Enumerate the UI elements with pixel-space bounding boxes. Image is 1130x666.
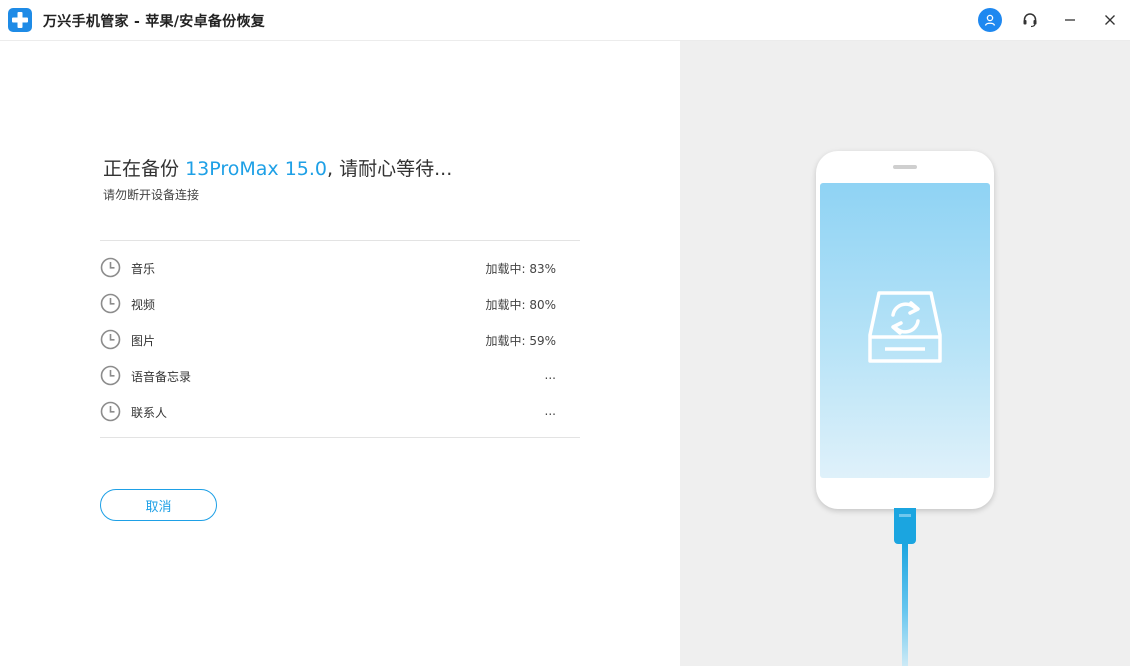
phone-illustration (816, 151, 994, 509)
backup-item-status: 加载中: 83% (485, 262, 556, 276)
backup-item-label: 联系人 (131, 406, 168, 420)
clock-icon (100, 257, 121, 278)
phone-speaker (893, 165, 917, 169)
list-divider-top (100, 240, 580, 241)
backup-item-status: 加载中: 80% (485, 298, 556, 312)
backup-subheading: 请勿断开设备连接 (103, 188, 200, 202)
backup-progress-panel: 正在备份 13ProMax 15.0, 请耐心等待... 请勿断开设备连接 音乐… (0, 41, 680, 666)
close-icon (1105, 15, 1115, 25)
clock-icon (100, 293, 121, 314)
cancel-button[interactable]: 取消 (100, 489, 217, 521)
clock-icon (100, 365, 121, 386)
user-account-button[interactable] (978, 8, 1002, 32)
device-name: 13ProMax (185, 158, 279, 180)
heading-suffix: , 请耐心等待... (327, 158, 453, 180)
backup-item-contacts: 联系人 ... (100, 399, 560, 425)
device-illustration-panel (680, 41, 1130, 666)
backup-item-label: 语音备忘录 (131, 370, 192, 384)
backup-item-music: 音乐 加载中: 83% (100, 255, 560, 281)
heading-prefix: 正在备份 (103, 158, 180, 180)
close-button[interactable] (1098, 8, 1122, 32)
user-icon (984, 14, 996, 26)
clock-icon (100, 401, 121, 422)
headset-icon (1023, 13, 1037, 28)
backup-item-video: 视频 加载中: 80% (100, 291, 560, 317)
backup-item-label: 视频 (131, 298, 156, 312)
backup-item-status: ... (544, 404, 556, 418)
title-bar: 万兴手机管家 - 苹果/安卓备份恢复 (0, 0, 1130, 41)
backup-item-photos: 图片 加载中: 59% (100, 327, 560, 353)
list-divider-bottom (100, 437, 580, 438)
backup-item-label: 音乐 (131, 262, 156, 276)
backup-item-status: ... (544, 368, 556, 382)
device-version: 15.0 (284, 158, 328, 180)
app-title: 万兴手机管家 - 苹果/安卓备份恢复 (43, 14, 266, 30)
app-logo-icon (8, 8, 32, 32)
minimize-button[interactable] (1058, 8, 1082, 32)
usb-cable (902, 543, 908, 666)
sync-drive-icon (868, 291, 942, 363)
minimize-icon (1065, 19, 1075, 21)
backup-item-voice-memos: 语音备忘录 ... (100, 363, 560, 389)
backup-item-status: 加载中: 59% (485, 334, 556, 348)
backup-item-label: 图片 (131, 334, 156, 348)
clock-icon (100, 329, 121, 350)
support-button[interactable] (1018, 8, 1042, 32)
usb-cable-plug (894, 508, 916, 544)
phone-screen (820, 183, 990, 478)
backup-heading: 正在备份 13ProMax 15.0, 请耐心等待... (103, 154, 452, 181)
